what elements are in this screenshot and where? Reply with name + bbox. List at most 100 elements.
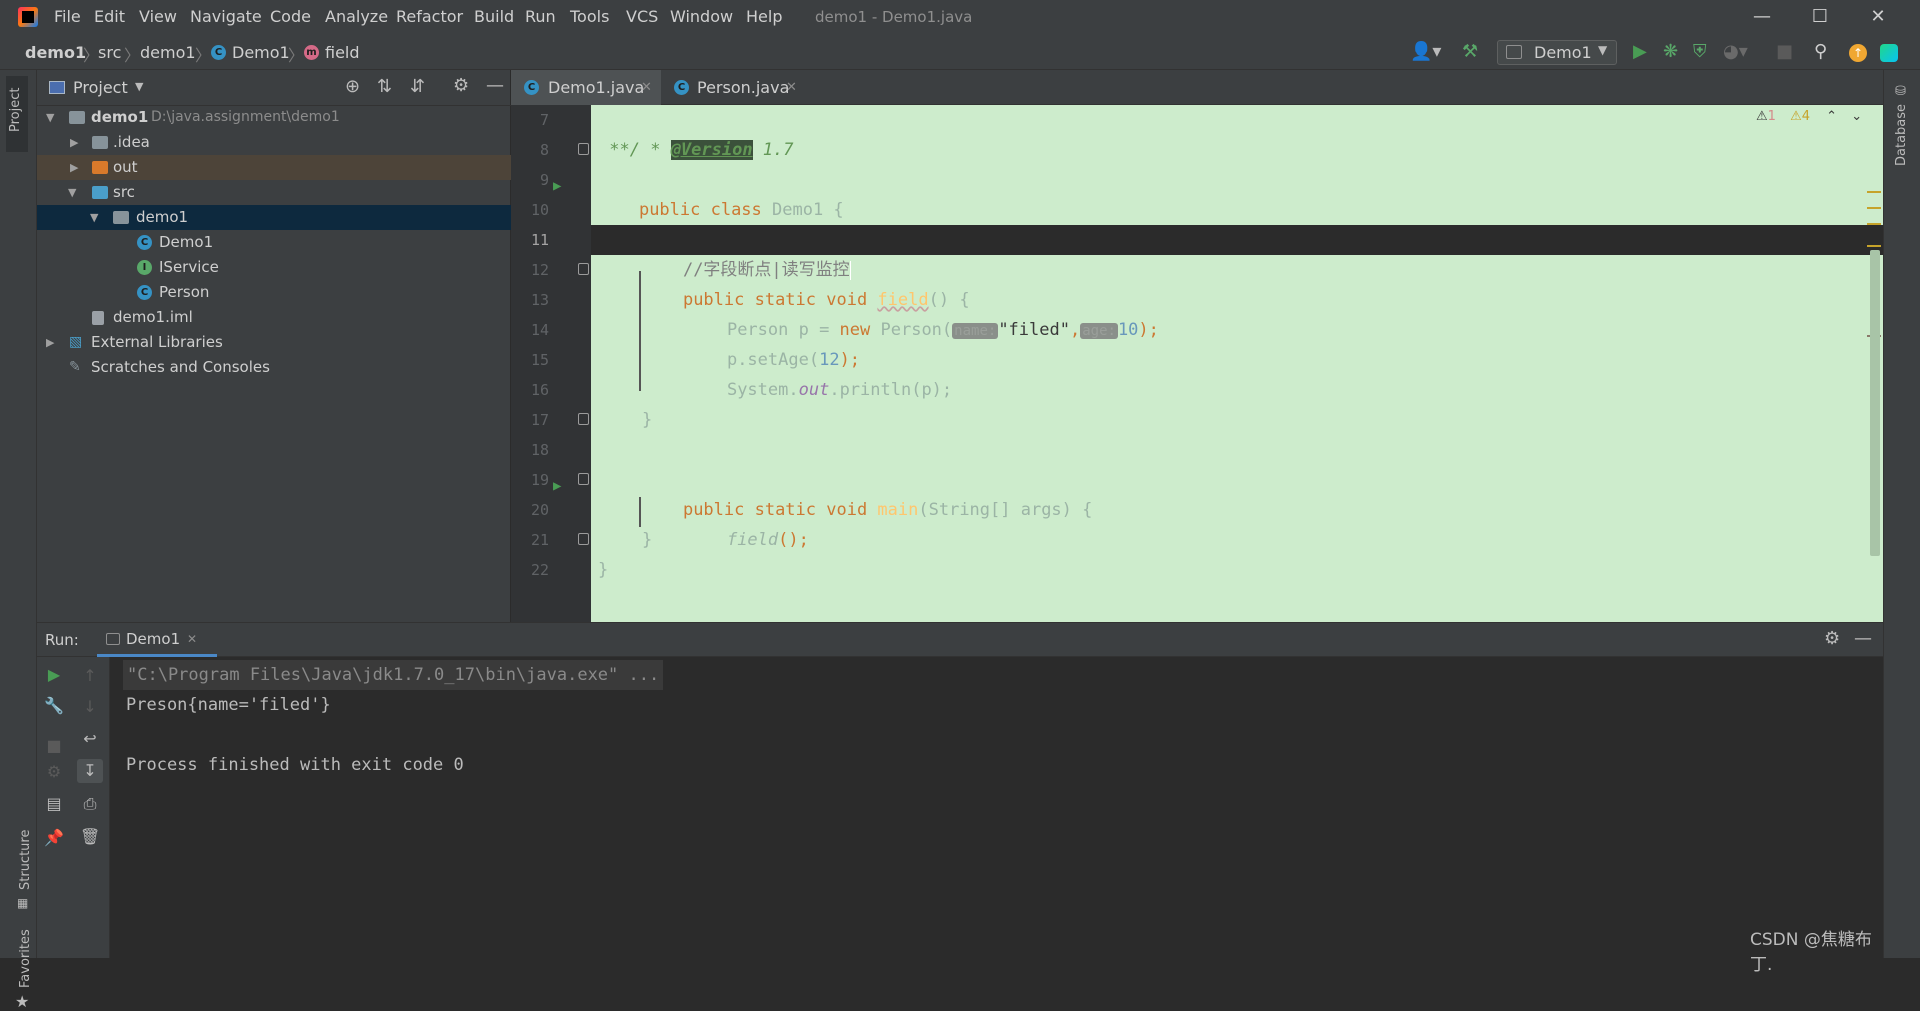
breadcrumb-project[interactable]: demo1 [25,43,86,62]
menu-analyze[interactable]: Analyze [325,7,388,26]
menu-file[interactable]: File [54,7,81,26]
run-icon[interactable]: ▶ [1633,41,1647,63]
structure-tool-label[interactable]: Structure [18,830,33,890]
collapse-all-icon[interactable]: ⇵ [410,76,425,97]
editor-gutter: 7 8 9 10 11 12 13 14 15 16 17 18 19 20 2… [511,105,591,622]
tree-item-person[interactable]: C Person [37,280,511,305]
breadcrumb-src[interactable]: src [98,43,121,62]
menu-navigate[interactable]: Navigate [190,7,262,26]
chevron-down-icon[interactable]: ▼ [90,205,98,230]
project-tool-button[interactable]: Project [6,76,28,152]
menu-tools[interactable]: Tools [570,7,609,26]
tree-item-out[interactable]: ▶ out [37,155,511,180]
menu-edit[interactable]: Edit [94,7,125,26]
warning-marker[interactable] [1867,223,1881,225]
tree-item-label: src [113,183,135,201]
build-hammer-icon[interactable]: ⚒ [1462,41,1478,63]
fold-marker-icon[interactable] [578,263,589,275]
chevron-right-icon[interactable]: ▶ [46,330,54,355]
wrench-icon[interactable]: 🔧 [44,696,64,716]
coverage-icon[interactable]: ⛨ [1693,41,1707,63]
menu-window[interactable]: Window [670,7,733,26]
locate-icon[interactable]: ⊕ [345,76,360,97]
tree-item-src[interactable]: ▼ src [37,180,511,205]
inspection-widget[interactable]: ⚠1 ⚠4 ⌃ ⌄ [1756,109,1862,131]
fold-marker-icon[interactable] [578,143,589,155]
fold-marker-icon[interactable] [578,473,589,485]
pin-icon[interactable]: 📌 [44,828,64,848]
layout-icon[interactable]: ▤ [44,794,64,814]
tab-demo1-java[interactable]: C Demo1.java ✕ [511,70,661,108]
database-tool-label[interactable]: Database [1894,104,1909,166]
expand-all-icon[interactable]: ⇅ [377,76,392,97]
close-icon[interactable]: ✕ [786,70,797,105]
tree-item-root[interactable]: ▼ demo1 D:\java.assignment\demo1 [37,105,511,130]
warning-marker[interactable] [1867,245,1881,247]
chevron-down-icon[interactable]: ⌄ [1851,109,1862,124]
warning-marker[interactable] [1867,191,1881,193]
tree-item-external-libraries[interactable]: ▶ ▧ External Libraries [37,330,511,355]
console-output[interactable]: "C:\Program Files\Java\jdk1.7.0_17\bin\j… [110,657,1883,975]
editor-scrollbar[interactable] [1870,250,1880,556]
run-config-select[interactable]: Demo1 ▼ [1497,40,1617,65]
menu-build[interactable]: Build [474,7,514,26]
run-gutter-icon[interactable]: ▶ [553,471,561,501]
minimize-button[interactable]: — [1742,4,1782,30]
chevron-down-icon[interactable]: ▼ [135,80,143,93]
fold-marker-icon[interactable] [578,413,589,425]
menu-code[interactable]: Code [270,7,311,26]
search-icon[interactable]: ⚲ [1814,41,1827,63]
stop-icon[interactable]: ■ [44,736,64,756]
tab-person-java[interactable]: C Person.java ✕ [661,70,801,105]
stop-icon[interactable]: ■ [1776,41,1793,63]
arrow-down-icon[interactable]: ↓ [80,697,100,717]
breadcrumb-class[interactable]: Demo1 [232,43,290,62]
chevron-down-icon[interactable]: ▼ [46,105,54,130]
scroll-to-end-icon[interactable]: ↧ [77,759,103,783]
close-icon[interactable]: ✕ [187,632,197,646]
menu-help[interactable]: Help [746,7,782,26]
tree-item-idea[interactable]: ▶ .idea [37,130,511,155]
code-editor[interactable]: * @Version 1.7 **/ public class Demo1 { … [591,105,1883,622]
tree-item-iml[interactable]: demo1.iml [37,305,511,330]
update-icon[interactable]: ↑ [1849,44,1867,62]
close-window-button[interactable]: ✕ [1858,4,1898,30]
run-gutter-icon[interactable]: ▶ [553,171,561,201]
menu-view[interactable]: View [139,7,177,26]
tree-item-iservice[interactable]: I IService [37,255,511,280]
profile-icon[interactable]: ◕▾ [1723,41,1748,63]
tree-item-scratches[interactable]: ✎ Scratches and Consoles [37,355,511,380]
menu-refactor[interactable]: Refactor [396,7,463,26]
fold-marker-icon[interactable] [578,533,589,545]
hide-panel-icon[interactable]: — [1854,628,1872,649]
breadcrumb-package[interactable]: demo1 [140,43,196,62]
chevron-right-icon[interactable]: ▶ [70,155,78,180]
user-icon[interactable]: 👤▾ [1410,41,1441,63]
favorites-tool-label[interactable]: Favorites [18,929,33,988]
chevron-up-icon[interactable]: ⌃ [1826,109,1837,124]
menu-vcs[interactable]: VCS [626,7,658,26]
project-panel-title[interactable]: Project [73,78,128,97]
print-icon[interactable]: ⎙ [80,794,100,814]
warning-marker[interactable] [1867,207,1881,209]
run-tab-demo1[interactable]: Demo1 ✕ [97,623,217,657]
hide-panel-icon[interactable]: — [486,75,504,96]
maximize-button[interactable]: ☐ [1800,4,1840,30]
arrow-up-icon[interactable]: ↑ [80,666,100,686]
gear-icon[interactable]: ⚙ [1824,628,1840,649]
gear-icon[interactable]: ⚙ [453,75,469,96]
camera-icon[interactable]: ⚙ [44,762,64,782]
chevron-down-icon[interactable]: ▼ [68,180,76,205]
tree-item-demo1-class[interactable]: C Demo1 [37,230,511,255]
debug-icon[interactable]: ❋ [1663,41,1678,63]
menu-run[interactable]: Run [525,7,556,26]
trash-icon[interactable]: 🗑 [80,827,100,847]
right-tool-stripe: ⛁ Database [1883,70,1920,958]
soft-wrap-icon[interactable]: ↩ [80,729,100,749]
close-icon[interactable]: ✕ [641,70,652,105]
breadcrumb-method[interactable]: field [325,43,360,62]
plugin-logo-icon[interactable] [1880,44,1898,62]
chevron-right-icon[interactable]: ▶ [70,130,78,155]
rerun-icon[interactable]: ▶ [44,665,64,685]
tree-item-package[interactable]: ▼ demo1 [37,205,511,230]
